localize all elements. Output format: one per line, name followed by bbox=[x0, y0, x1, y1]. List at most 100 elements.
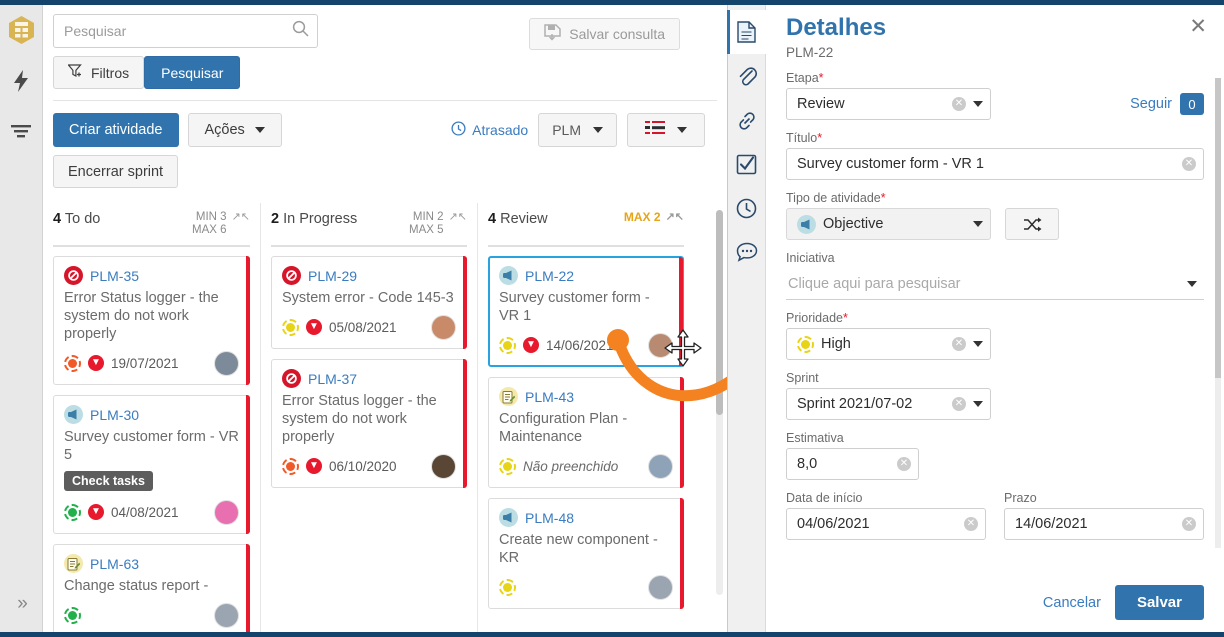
search-input-wrap[interactable] bbox=[53, 14, 318, 48]
expand-column-icon[interactable]: ↗↖ bbox=[666, 211, 684, 224]
details-tab-checklist[interactable] bbox=[727, 142, 766, 186]
document-task-icon bbox=[64, 554, 83, 573]
sprint-value: Sprint 2021/07-02 bbox=[797, 396, 913, 412]
card-key[interactable]: PLM-63 bbox=[90, 556, 139, 572]
filter-lines-icon[interactable] bbox=[7, 117, 35, 145]
card-header: PLM-63 bbox=[64, 554, 239, 573]
kanban-card[interactable]: PLM-48 Create new component - KR bbox=[488, 498, 684, 609]
column-title: 2 In Progress bbox=[271, 211, 358, 227]
field-iniciativa: Iniciativa Clique aqui para pesquisar bbox=[786, 251, 1204, 300]
clear-icon[interactable]: ✕ bbox=[952, 397, 966, 411]
inicio-input[interactable]: 04/06/2021 ✕ bbox=[786, 508, 986, 540]
card-title: Create new component - KR bbox=[499, 532, 658, 566]
card-key[interactable]: PLM-35 bbox=[90, 268, 139, 284]
prazo-input[interactable]: 14/06/2021 ✕ bbox=[1004, 508, 1204, 540]
kanban-card[interactable]: PLM-43 Configuration Plan - Maintenance Nã… bbox=[488, 377, 684, 488]
clear-icon[interactable]: ✕ bbox=[964, 517, 978, 531]
field-estimativa: Estimativa 8,0 ✕ bbox=[786, 431, 1204, 480]
shuffle-icon[interactable] bbox=[1005, 208, 1059, 240]
save-query-label: Salvar consulta bbox=[569, 26, 665, 42]
kanban-card[interactable]: PLM-29 System error - Code 145-3 ▼ 05/08/20… bbox=[271, 256, 467, 349]
clear-icon[interactable]: ✕ bbox=[952, 97, 966, 111]
field-etapa: Etapa* Review ✕ Seguir 0 bbox=[786, 71, 1204, 120]
titulo-input[interactable]: Survey customer form - VR 1 ✕ bbox=[786, 148, 1204, 180]
avatar[interactable] bbox=[648, 453, 673, 479]
chevron-down-icon bbox=[973, 101, 983, 107]
etapa-select[interactable]: Review ✕ bbox=[786, 88, 991, 120]
save-button[interactable]: Salvar bbox=[1114, 585, 1204, 620]
details-tab-history[interactable] bbox=[727, 186, 766, 230]
kanban-card[interactable]: PLM-22 Survey customer form - VR 1 ▼ 14/06/… bbox=[488, 256, 684, 367]
search-button[interactable]: Pesquisar bbox=[144, 56, 241, 89]
avatar[interactable] bbox=[214, 499, 239, 525]
filters-label: Filtros bbox=[91, 64, 130, 81]
required-marker: * bbox=[880, 191, 886, 205]
avatar[interactable] bbox=[214, 602, 239, 628]
card-key[interactable]: PLM-48 bbox=[525, 510, 574, 526]
prioridade-select[interactable]: High ✕ bbox=[786, 328, 991, 360]
late-filter[interactable]: Atrasado bbox=[451, 121, 528, 139]
project-selector[interactable]: PLM bbox=[538, 113, 617, 147]
card-key[interactable]: PLM-29 bbox=[308, 268, 357, 284]
card-key[interactable]: PLM-30 bbox=[90, 407, 139, 423]
lightning-bolt-icon[interactable] bbox=[7, 67, 35, 95]
card-due-date: 04/08/2021 bbox=[111, 504, 179, 520]
save-query-button[interactable]: Salvar consulta bbox=[529, 18, 680, 50]
clear-icon[interactable]: ✕ bbox=[1182, 517, 1196, 531]
follow-button[interactable]: Seguir 0 bbox=[1130, 93, 1204, 115]
expand-column-icon[interactable]: ↗↖ bbox=[232, 211, 250, 224]
inicio-label: Data de início bbox=[786, 491, 863, 505]
details-scrollbar[interactable] bbox=[1215, 78, 1221, 548]
titulo-value: Survey customer form - VR 1 bbox=[797, 156, 984, 172]
prazo-label: Prazo bbox=[1004, 491, 1037, 505]
column-limits: MIN 3 MAX 6 ↗↖ bbox=[192, 211, 250, 237]
kanban-card[interactable]: PLM-30 Survey customer form - VR 5 Check t… bbox=[53, 395, 250, 534]
avatar[interactable] bbox=[431, 453, 456, 479]
due-date-icon: ▼ bbox=[88, 504, 104, 520]
avatar[interactable] bbox=[648, 574, 673, 600]
clear-icon[interactable]: ✕ bbox=[952, 337, 966, 351]
actions-dropdown[interactable]: Ações bbox=[187, 113, 282, 147]
card-footer: ▼ 06/10/2020 bbox=[282, 453, 456, 479]
card-header: PLM-43 bbox=[499, 387, 673, 406]
priority-ring-icon bbox=[64, 606, 81, 624]
details-tab-document[interactable] bbox=[727, 10, 766, 54]
hexagon-logo-icon[interactable] bbox=[8, 15, 35, 45]
estimativa-input[interactable]: 8,0 ✕ bbox=[786, 448, 919, 480]
kanban-card[interactable]: PLM-35 Error Status logger - the system d… bbox=[53, 256, 250, 385]
clear-icon[interactable]: ✕ bbox=[1182, 157, 1196, 171]
filters-button[interactable]: Filtros bbox=[53, 56, 145, 89]
close-icon[interactable]: ✕ bbox=[1189, 16, 1207, 37]
sprint-select[interactable]: Sprint 2021/07-02 ✕ bbox=[786, 388, 991, 420]
field-tipo: Tipo de atividade* Objective bbox=[786, 191, 1204, 240]
sidebar-expand-button[interactable]: » bbox=[0, 593, 43, 615]
card-key[interactable]: PLM-37 bbox=[308, 371, 357, 387]
search-input[interactable] bbox=[64, 23, 292, 39]
field-titulo: Título* Survey customer form - VR 1 ✕ bbox=[786, 131, 1204, 180]
details-tab-links[interactable] bbox=[727, 98, 766, 142]
card-header: PLM-22 bbox=[499, 266, 673, 285]
kanban-column: 2 In Progress MIN 2 MAX 5 ↗↖ PLM-29 System er… bbox=[260, 203, 477, 637]
board-scrollbar[interactable] bbox=[716, 210, 723, 595]
objective-megaphone-icon bbox=[797, 214, 816, 234]
details-tab-comments[interactable] bbox=[727, 230, 766, 274]
kanban-card[interactable]: PLM-63 Change status report - bbox=[53, 544, 250, 637]
kanban-card[interactable]: PLM-37 Error Status logger - the system d… bbox=[271, 359, 467, 488]
tipo-select[interactable]: Objective bbox=[786, 208, 991, 240]
column-divider bbox=[53, 245, 250, 247]
field-prioridade: Prioridade* High ✕ bbox=[786, 311, 1204, 360]
field-prazo: Prazo 14/06/2021 ✕ bbox=[1004, 491, 1204, 540]
card-key[interactable]: PLM-22 bbox=[525, 268, 574, 284]
close-sprint-button[interactable]: Encerrar sprint bbox=[53, 155, 179, 188]
avatar[interactable] bbox=[214, 350, 239, 376]
required-marker: * bbox=[817, 131, 823, 145]
expand-column-icon[interactable]: ↗↖ bbox=[449, 211, 467, 224]
clear-icon[interactable]: ✕ bbox=[897, 457, 911, 471]
avatar[interactable] bbox=[431, 314, 456, 340]
iniciativa-input[interactable]: Clique aqui para pesquisar bbox=[786, 268, 1204, 300]
card-key[interactable]: PLM-43 bbox=[525, 389, 574, 405]
details-tab-attachments[interactable] bbox=[727, 54, 766, 98]
view-selector[interactable] bbox=[627, 113, 705, 147]
create-activity-button[interactable]: Criar atividade bbox=[53, 113, 179, 147]
cancel-button[interactable]: Cancelar bbox=[1043, 595, 1101, 611]
